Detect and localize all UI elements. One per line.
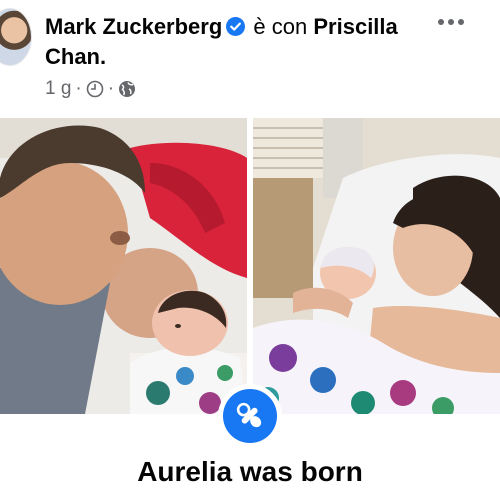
post-title: Mark Zuckerberg è con Priscilla Chan.	[45, 12, 435, 72]
more-options-button[interactable]	[435, 10, 467, 34]
post-meta: 1 g · ·	[45, 76, 136, 102]
more-dots-icon	[438, 19, 464, 25]
author-name[interactable]: Mark Zuckerberg	[45, 14, 222, 39]
clock-icon	[86, 80, 104, 98]
photo-mother-baby[interactable]	[253, 118, 500, 414]
globe-icon[interactable]	[118, 80, 136, 98]
photo-father-baby[interactable]	[0, 118, 247, 414]
post-time[interactable]: 1 g	[45, 78, 71, 100]
pacifier-icon	[236, 402, 262, 428]
author-avatar[interactable]	[0, 8, 32, 66]
meta-separator: ·	[75, 78, 82, 99]
life-event-title: Aurelia was born	[137, 456, 363, 487]
life-event-badge	[218, 384, 282, 448]
post-header: Mark Zuckerberg è con Priscilla Chan. 1 …	[0, 0, 500, 118]
with-text: è con	[253, 14, 308, 39]
verified-badge-icon	[226, 17, 246, 36]
photo-mother-baby-image	[253, 118, 500, 414]
photo-father-baby-image	[0, 118, 247, 414]
meta-separator: ·	[107, 78, 115, 99]
photo-grid	[0, 118, 500, 414]
